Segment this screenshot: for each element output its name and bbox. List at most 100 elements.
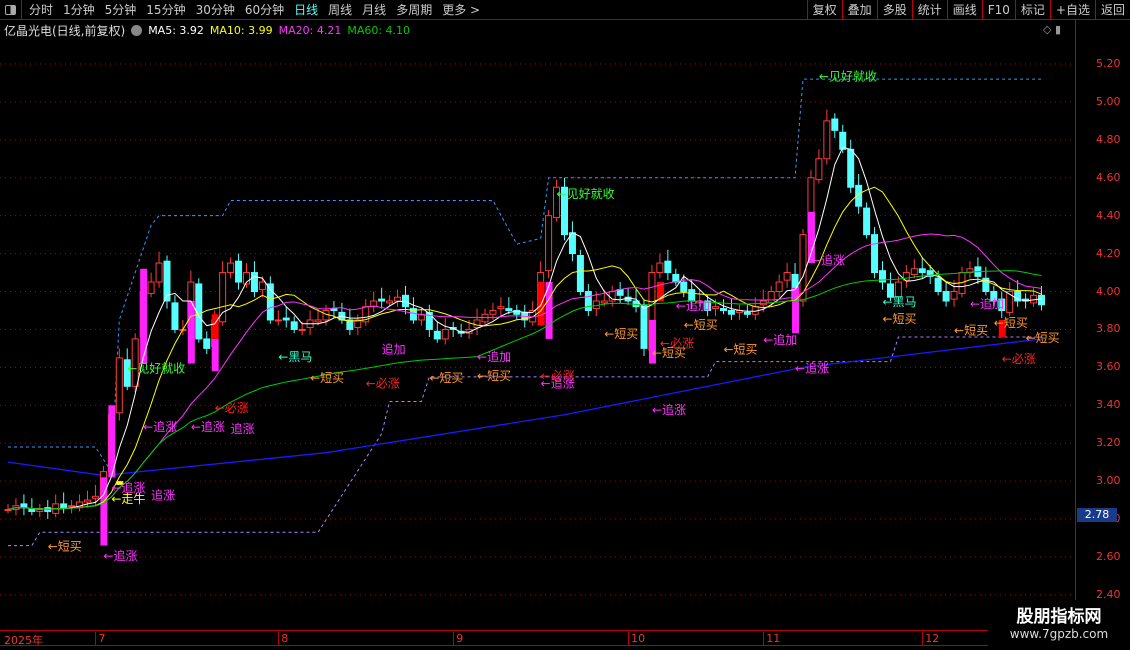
candle-body [664,260,672,274]
candle-body [815,158,823,181]
watermark-line1: 股朋指标网 [1016,607,1102,627]
signal-annotation: ←走牛 [111,491,145,506]
signal-bar [211,338,219,372]
price-tick-label: 4.60 [1096,170,1121,184]
signal-annotation: ←追涨 [143,419,177,434]
signal-annotation: ←追涨 [652,402,686,417]
signal-annotation: ←短买 [1026,331,1060,345]
candle-body [720,308,727,311]
candle-body [489,309,497,315]
candle-body [600,300,608,304]
ma5-line [7,146,1042,511]
signal-annotation: ←短买 [48,540,82,554]
candle-body [115,357,123,414]
date-tick-label: 7 [95,632,105,646]
candlestick-chart[interactable]: ←见好就收←见好就收←见好就收←追涨←短买←追涨 ←追涨 追涨←必涨←追涨←走牛 追涨… [0,0,1075,630]
price-tick-label: 3.40 [1096,398,1121,412]
price-tick-label: 4.40 [1096,208,1121,222]
date-tick-label: 8 [278,632,288,646]
long-ma-line [7,338,1042,477]
candle-body [282,317,290,321]
candle-body [219,272,227,323]
signal-annotation: ←短买 [724,342,758,356]
signal-annotation: ←短买 [883,312,917,326]
candle-body [910,268,918,275]
candle-body [497,306,505,310]
candle-body [60,503,68,509]
candle-body [330,308,338,311]
signal-annotation: ←必涨 [215,400,249,415]
candle-body [235,260,243,283]
signal-annotation: ←短买 [994,316,1028,330]
signal-bar [187,301,195,364]
candle-body [1038,294,1045,306]
signal-annotation: ←短买 [652,346,686,360]
signal-annotation: ←短买 [310,371,344,385]
price-tick-label: 3.00 [1096,474,1121,488]
signal-annotation: ←见好就收 [819,69,877,83]
date-tick-label: 2025年 [4,634,43,647]
candle-body [274,319,282,322]
signal-annotation: 追涨 [151,487,175,502]
candle-body [314,319,322,323]
candle-body [934,277,942,293]
signal-annotation: ←必涨 [1002,351,1036,366]
candle-body [727,309,735,315]
upper-band-line [8,78,1042,474]
candle-body [656,262,664,274]
candle-body [394,296,402,302]
signal-annotation: ←见好就收 [557,187,615,201]
price-tick-label: 3.60 [1096,360,1121,374]
candle-body [863,207,871,236]
signal-annotation: ←短买 [604,327,638,341]
signal-annotation: ←追加 [676,298,710,313]
toolbar-button[interactable]: 返回 [1094,0,1130,20]
signal-annotation: 追涨 [231,421,255,436]
price-tick-label: 5.20 [1096,57,1121,70]
signal-annotation: ←追涨 [191,419,225,434]
price-tick-label: 3.20 [1096,436,1121,450]
candle-body [783,272,791,281]
candle-body [584,291,592,311]
candle-body [20,503,28,509]
candle-body [576,254,584,293]
signal-annotation: ←黑马 [883,295,917,309]
candle-body [680,281,688,293]
date-axis: 2025年 7 8 9 10 11 12 [0,630,1075,647]
signal-annotation: ←黑马 [278,350,312,364]
ma10-line [7,186,1042,511]
candle-body [250,272,258,293]
candle-body [743,311,751,315]
signal-annotation: ←短买 [477,369,511,383]
signal-annotation: ←追涨 [103,548,137,563]
candle-body [147,281,155,294]
watermark-line2: www.7gpzb.com [1009,627,1109,641]
signal-annotation: 追加 [382,341,406,356]
candle-body [712,306,720,310]
candle-body [441,328,449,340]
candle-body [831,118,839,131]
candle-body [68,505,76,508]
price-tick-label: 3.80 [1096,322,1121,336]
candle-body [545,215,553,272]
candle-body [950,291,958,300]
candle-body [640,304,648,349]
candle-body [473,319,481,329]
price-axis [1075,20,1076,630]
price-tick-label: 2.40 [1096,587,1121,601]
signal-annotation: ←追涨 [541,376,575,391]
candle-body [227,262,235,274]
price-tick-label: 2.60 [1096,549,1121,563]
signal-annotation: ←追涨 [795,360,829,375]
candle-body [4,509,12,512]
signal-annotation: ←见好就收 [127,361,185,375]
price-tick-label: 4.00 [1096,284,1121,298]
signal-annotation: ←追涨 [811,252,845,267]
candle-body [942,291,950,302]
candle-body [775,281,783,293]
signal-annotation: ←追加 [477,349,511,364]
candle-body [155,262,163,283]
price-tick-label: 5.00 [1096,94,1121,108]
current-price-tag: 2.78 [1077,508,1117,522]
candle-body [258,281,266,291]
